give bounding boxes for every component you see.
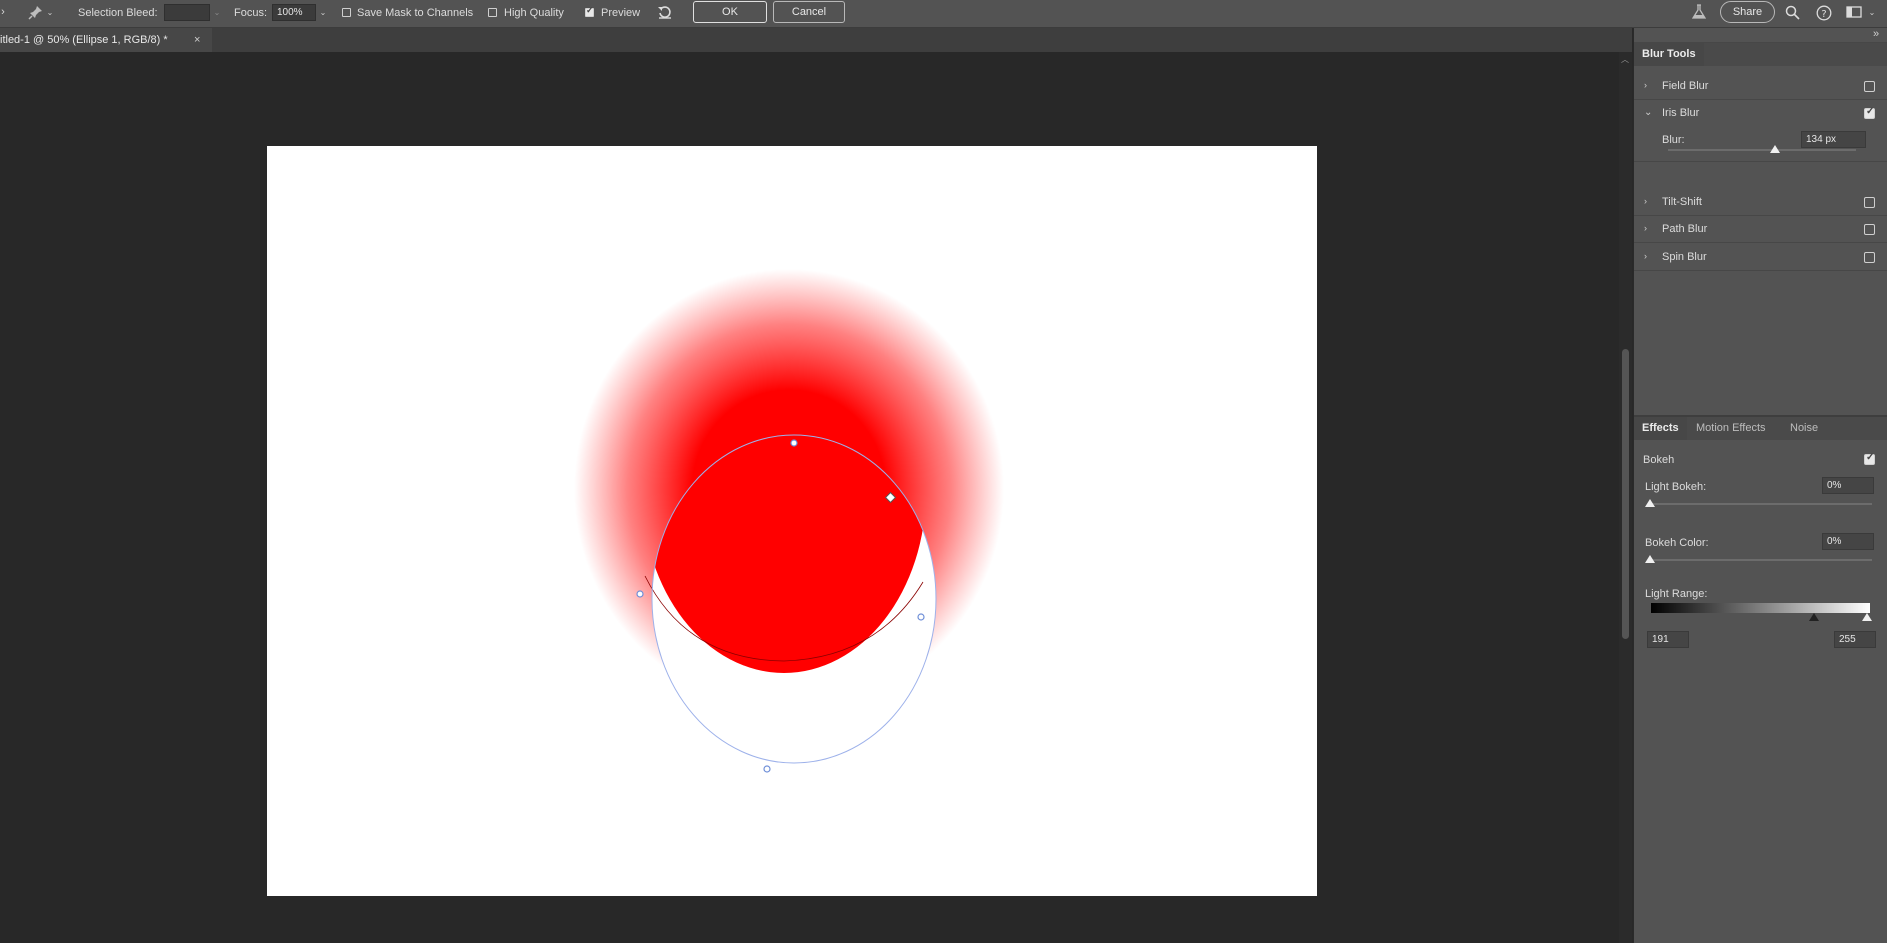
iris-blur-checkbox[interactable]	[1864, 106, 1875, 119]
tool-preset-chevron-icon[interactable]: ⌄	[44, 5, 56, 20]
bokeh-color-field[interactable]: 0%	[1822, 533, 1874, 550]
focus-field[interactable]: 100%	[272, 4, 316, 21]
blur-item-label: Tilt-Shift	[1662, 196, 1702, 208]
preview-checkbox[interactable]	[585, 5, 594, 17]
high-quality-checkbox[interactable]	[488, 8, 497, 17]
light-range-high-field[interactable]: 255	[1834, 631, 1876, 648]
close-tab-icon[interactable]: ×	[194, 28, 200, 52]
blur-amount-slider-track[interactable]	[1668, 149, 1856, 151]
blur-item-path-blur[interactable]: › Path Blur	[1634, 216, 1887, 243]
tab-effects[interactable]: Effects	[1634, 417, 1687, 440]
blur-item-label: Field Blur	[1662, 80, 1709, 92]
effects-tab-strip: Effects Motion Effects Noise	[1634, 417, 1887, 440]
workspace-chevron-icon[interactable]: ⌄	[1866, 5, 1878, 20]
tab-noise[interactable]: Noise	[1790, 417, 1818, 440]
scroll-up-icon[interactable]: ︿	[1621, 54, 1629, 65]
document-tab[interactable]: itled-1 @ 50% (Ellipse 1, RGB/8) * ×	[0, 28, 212, 52]
selection-bleed-label: Selection Bleed:	[78, 7, 158, 19]
selection-bleed-chevron-icon[interactable]: ⌄	[211, 5, 223, 20]
expand-chevron-icon[interactable]: ›	[1644, 223, 1647, 233]
focus-chevron-icon[interactable]: ⌄	[317, 5, 329, 20]
save-mask-label: Save Mask to Channels	[357, 7, 474, 19]
search-icon[interactable]	[1783, 5, 1801, 23]
blur-amount-slider-thumb[interactable]	[1770, 145, 1781, 153]
selection-bleed-field[interactable]	[164, 4, 210, 21]
light-range-label: Light Range:	[1645, 588, 1708, 600]
path-blur-checkbox[interactable]	[1864, 224, 1875, 235]
bokeh-label: Bokeh	[1643, 454, 1675, 466]
light-range-high-thumb[interactable]	[1862, 613, 1872, 621]
vertical-scrollbar[interactable]: ︿	[1619, 52, 1632, 943]
tool-preset-edge: ›	[1, 6, 5, 18]
workspace-icon[interactable]	[1845, 5, 1863, 23]
light-range-low-field[interactable]: 191	[1647, 631, 1689, 648]
light-bokeh-slider-track[interactable]	[1650, 503, 1872, 505]
preview-label: Preview	[601, 7, 641, 19]
blur-amount-field[interactable]: 134 px	[1801, 131, 1866, 148]
iris-handle-right[interactable]	[917, 613, 925, 621]
expand-chevron-icon[interactable]: ›	[1644, 80, 1647, 90]
flask-icon[interactable]	[1689, 4, 1709, 22]
collapse-chevron-icon[interactable]: ⌄	[1644, 107, 1652, 118]
scrollbar-thumb[interactable]	[1622, 349, 1629, 639]
blur-item-spin-blur[interactable]: › Spin Blur	[1634, 244, 1887, 271]
tilt-shift-checkbox[interactable]	[1864, 197, 1875, 208]
blur-tools-header: Blur Tools	[1634, 43, 1887, 66]
bokeh-color-slider-thumb[interactable]	[1645, 555, 1655, 563]
expand-chevron-icon[interactable]: ›	[1644, 251, 1647, 261]
bokeh-color-label: Bokeh Color:	[1645, 537, 1709, 549]
high-quality-label: High Quality	[504, 7, 564, 19]
light-bokeh-field[interactable]: 0%	[1822, 477, 1874, 494]
document-canvas[interactable]	[267, 146, 1317, 896]
ok-button[interactable]: OK	[693, 1, 767, 23]
blur-gallery-panel: » Blur Tools › Field Blur ⌄ Iris Blur Bl…	[1633, 28, 1887, 943]
collapse-panel-icon[interactable]: »	[1873, 28, 1879, 40]
expand-chevron-icon[interactable]: ›	[1644, 196, 1647, 206]
document-tab-title: itled-1 @ 50% (Ellipse 1, RGB/8) *	[0, 34, 168, 46]
iris-handle-bottom[interactable]	[763, 765, 771, 773]
blur-item-label: Path Blur	[1662, 223, 1708, 235]
help-icon[interactable]: ?	[1815, 5, 1833, 23]
light-range-low-thumb[interactable]	[1809, 613, 1819, 621]
spin-blur-checkbox[interactable]	[1864, 252, 1875, 263]
save-mask-checkbox[interactable]	[342, 8, 351, 17]
document-tab-bar: itled-1 @ 50% (Ellipse 1, RGB/8) * ×	[0, 28, 1632, 52]
focus-label: Focus:	[234, 7, 268, 19]
iris-handle-top[interactable]	[790, 439, 798, 447]
field-blur-checkbox[interactable]	[1864, 81, 1875, 92]
share-button[interactable]: Share	[1720, 1, 1775, 23]
bokeh-color-slider-track[interactable]	[1650, 559, 1872, 561]
tab-motion-effects[interactable]: Motion Effects	[1696, 417, 1766, 440]
bokeh-checkbox[interactable]	[1864, 452, 1875, 465]
artwork	[574, 269, 1004, 773]
iris-handle-left[interactable]	[636, 590, 644, 598]
reset-icon[interactable]	[655, 4, 675, 22]
blur-item-label: Spin Blur	[1662, 251, 1707, 263]
pin-tool-icon[interactable]	[26, 4, 46, 22]
svg-text:?: ?	[1821, 9, 1826, 20]
tab-blur-tools[interactable]: Blur Tools	[1634, 43, 1704, 66]
light-bokeh-slider-thumb[interactable]	[1645, 499, 1655, 507]
blur-item-label: Iris Blur	[1662, 107, 1700, 119]
light-bokeh-label: Light Bokeh:	[1645, 481, 1707, 493]
cancel-button[interactable]: Cancel	[773, 1, 845, 23]
light-range-gradient[interactable]	[1651, 603, 1870, 613]
blur-item-field-blur[interactable]: › Field Blur	[1634, 73, 1887, 100]
options-bar: › ⌄ Selection Bleed: ⌄ Focus: 100% ⌄ Sav…	[0, 0, 1887, 28]
blur-item-tilt-shift[interactable]: › Tilt-Shift	[1634, 189, 1887, 216]
blur-item-iris-blur[interactable]: ⌄ Iris Blur Blur: 134 px	[1634, 100, 1887, 162]
blur-amount-label: Blur:	[1662, 134, 1685, 146]
